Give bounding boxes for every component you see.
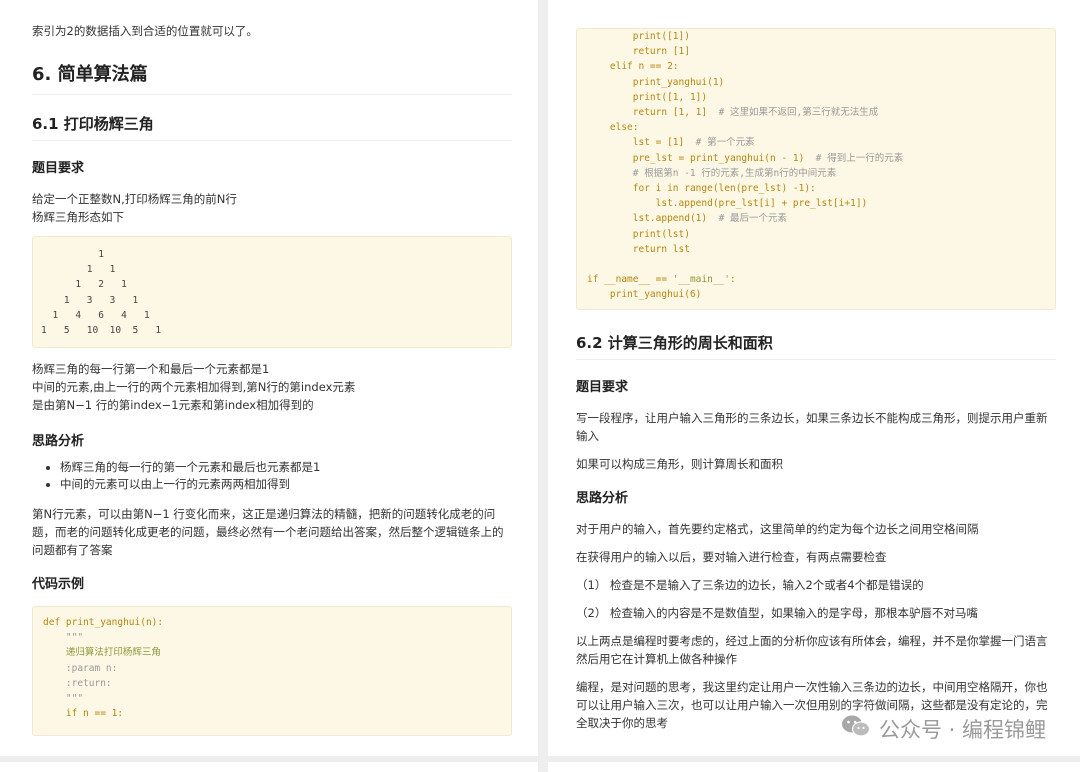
code-comment: # 第一个元素: [695, 137, 755, 149]
triangle-block: 1 1 1 1 2 1 1 3 3 1 1 4 6 4 1 1 5 10 10 …: [32, 236, 512, 348]
requirement-line: 给定一个正整数N,打印杨辉三角的前N行: [32, 192, 237, 206]
subsection-title: 6.1 打印杨辉三角: [32, 113, 512, 141]
code-text: print([1]): [587, 31, 690, 42]
code-comment: # 这里如果不返回,第三行就无法生成: [718, 107, 879, 119]
code-text: elif n == 2:: [587, 61, 679, 73]
code-line: :param n:: [43, 661, 501, 676]
description-line: 中间的元素,由上一行的两个元素相加得到,第N行的第index元素: [32, 380, 356, 394]
code-line: return [1, 1] # 这里如果不返回,第三行就无法生成: [587, 105, 1045, 120]
code-line: lst = [1] # 第一个元素: [587, 135, 1045, 150]
code-text: :param n:: [43, 662, 118, 674]
list-item: 杨辉三角的每一行的第一个元素和最后也元素都是1: [60, 459, 512, 476]
requirement-paragraph: 如果可以构成三角形，则计算周长和面积: [576, 457, 783, 471]
requirements-heading: 题目要求: [576, 380, 629, 395]
code-comment: # 最后一个元素: [718, 213, 788, 225]
code-text: :return:: [43, 677, 112, 689]
code-line: return [1]: [587, 44, 1045, 59]
analysis-paragraph: 第N行元素，可以由第N−1 行变化而来，这正是递归算法的精髓，把新的问题转化成老…: [32, 507, 504, 557]
code-text: 递归算法打印杨辉三角: [43, 647, 161, 659]
code-text: print(lst): [587, 228, 690, 240]
analysis-paragraph: （1） 检查是不是输入了三条边的边长，输入2个或者4个都是错误的: [576, 578, 924, 592]
code-line: if n == 1:: [43, 706, 501, 721]
code-line: # 根据第n -1 行的元素,生成第n行的中间元素: [587, 166, 1045, 181]
code-block: def print_yanghui(n): """ 递归算法打印杨辉三角 :pa…: [32, 606, 512, 736]
analysis-list: 杨辉三角的每一行的第一个元素和最后也元素都是1 中间的元素可以由上一行的元素两两…: [32, 459, 512, 493]
requirement-line: 杨辉三角形态如下: [32, 210, 124, 224]
subsection-title: 6.2 计算三角形的周长和面积: [576, 332, 1056, 360]
analysis-heading: 思路分析: [576, 491, 629, 506]
code-text: if __name__ ==: [587, 274, 673, 286]
code-text: lst.append(pre_lst[i] + pre_lst[i+1]): [587, 198, 868, 210]
description-line: 杨辉三角的每一行第一个和最后一个元素都是1: [32, 362, 270, 376]
analysis-paragraph: 在获得用户的输入以后，要对输入进行检查，有两点需要检查: [576, 550, 887, 564]
code-line-blank: [587, 257, 1045, 272]
code-text: for i in range(len(pre_lst) -1):: [587, 183, 816, 195]
code-comment: # 得到上一行的元素: [815, 152, 904, 164]
analysis-paragraph: 对于用户的输入，首先要约定格式，这里简单的约定为每个边长之间用空格间隔: [576, 522, 979, 536]
code-line: for i in range(len(pre_lst) -1):: [587, 181, 1045, 196]
code-line: else:: [587, 120, 1045, 135]
section-title: 6. 简单算法篇: [32, 60, 512, 95]
description-line: 是由第N−1 行的第index−1元素和第index相加得到的: [32, 398, 314, 412]
code-line: print(lst): [587, 227, 1045, 242]
code-line: print([1]): [587, 29, 1045, 44]
code-line: """: [43, 630, 501, 645]
code-text: lst = [1]: [587, 137, 696, 149]
code-text: :: [730, 274, 736, 286]
code-line: print([1, 1]): [587, 90, 1045, 105]
code-line: def print_yanghui(n):: [43, 615, 501, 630]
code-string: '__main__': [672, 274, 730, 286]
code-line: elif n == 2:: [587, 59, 1045, 74]
code-text: return lst: [587, 243, 690, 255]
code-block-continued: print([1]) return [1] elif n == 2: print…: [576, 28, 1056, 310]
code-text: return [1, 1]: [587, 107, 719, 119]
code-text: else:: [587, 122, 639, 134]
next-page-edge: [548, 762, 1080, 772]
watermark-text: 公众号 · 编程锦鲤: [878, 717, 1046, 742]
code-line: lst.append(pre_lst[i] + pre_lst[i+1]): [587, 196, 1045, 211]
code-text: pre_lst = print_yanghui(n - 1): [587, 152, 816, 164]
code-line: print_yanghui(6): [587, 287, 1045, 302]
code-text: print([1, 1]): [587, 91, 708, 103]
code-line: return lst: [587, 242, 1045, 257]
code-line: if __name__ == '__main__':: [587, 272, 1045, 287]
intro-line: 索引为2的数据插入到合适的位置就可以了。: [32, 24, 258, 38]
right-page: print([1]) return [1] elif n == 2: print…: [548, 0, 1080, 756]
analysis-heading: 思路分析: [32, 434, 85, 449]
code-line: :return:: [43, 676, 501, 691]
code-text: lst.append(1): [587, 213, 719, 225]
analysis-paragraph: （2） 检查输入的内容是不是数值型，如果输入的是字母，那根本驴唇不对马嘴: [576, 606, 978, 620]
requirements-heading: 题目要求: [32, 161, 85, 176]
next-page-edge: [0, 762, 538, 772]
left-page: 索引为2的数据插入到合适的位置就可以了。 6. 简单算法篇 6.1 打印杨辉三角…: [0, 0, 538, 756]
requirement-paragraph: 写一段程序，让用户输入三角形的三条边长，如果三条边长不能构成三角形，则提示用户重…: [576, 411, 1048, 443]
triangle-text: 1 1 1 1 2 1 1 3 3 1 1 4 6 4 1 1 5 10 10 …: [41, 249, 162, 337]
analysis-paragraph: 以上两点是编程时要考虑的，经过上面的分析你应该有所体会，编程，并不是你掌握一门语…: [576, 634, 1048, 666]
code-text: if n == 1:: [43, 708, 124, 720]
code-line: lst.append(1) # 最后一个元素: [587, 211, 1045, 226]
code-line: """: [43, 691, 501, 706]
code-line: pre_lst = print_yanghui(n - 1) # 得到上一行的元…: [587, 151, 1045, 166]
watermark: 公众号 · 编程锦鲤: [841, 713, 1046, 744]
code-text: return [1]: [587, 46, 690, 58]
code-text: def print_yanghui(n):: [43, 617, 164, 628]
code-line: print_yanghui(1): [587, 75, 1045, 90]
code-text: print_yanghui(6): [587, 289, 702, 301]
code-text: """: [43, 632, 84, 644]
wechat-icon: [841, 713, 871, 744]
code-line: 递归算法打印杨辉三角: [43, 645, 501, 660]
code-comment: # 根据第n -1 行的元素,生成第n行的中间元素: [587, 167, 837, 179]
code-heading: 代码示例: [32, 577, 85, 592]
code-text: """: [43, 693, 84, 705]
code-text: print_yanghui(1): [587, 76, 725, 88]
list-item: 中间的元素可以由上一行的元素两两相加得到: [60, 476, 512, 493]
